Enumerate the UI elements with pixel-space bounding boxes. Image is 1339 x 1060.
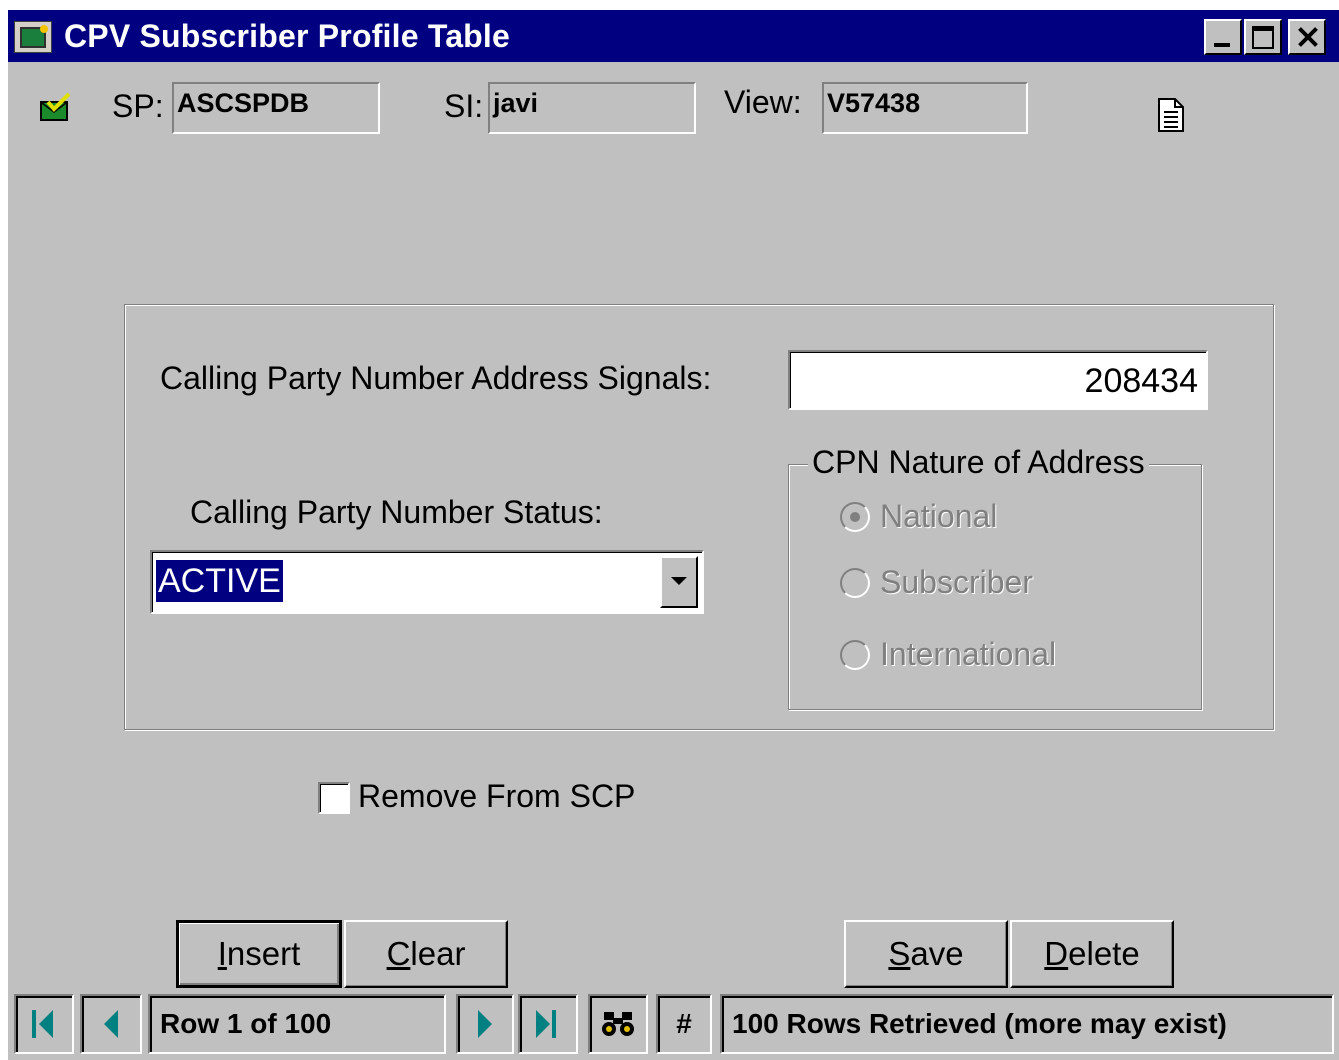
maximize-button[interactable]: [1244, 19, 1282, 55]
close-button[interactable]: [1288, 19, 1326, 55]
row-number-button[interactable]: #: [656, 994, 712, 1054]
remove-from-scp-label: Remove From SCP: [358, 778, 636, 814]
nature-of-address-legend: CPN Nature of Address: [808, 444, 1149, 481]
minimize-button[interactable]: [1204, 19, 1242, 55]
title-bar: CPV Subscriber Profile Table: [8, 10, 1339, 62]
address-signals-value: 208434: [1084, 362, 1198, 400]
si-field: javi: [488, 82, 696, 134]
clear-label-rest: lear: [410, 935, 466, 972]
chevron-down-icon[interactable]: [660, 556, 698, 608]
save-mnemonic: S: [888, 935, 911, 972]
app-window: CPV Subscriber Profile Table SP: ASCSPDB…: [8, 10, 1339, 1060]
next-record-icon: [478, 1010, 492, 1038]
delete-label-rest: elete: [1068, 935, 1140, 972]
status-message: 100 Rows Retrieved (more may exist): [720, 994, 1334, 1054]
previous-record-button[interactable]: [80, 994, 142, 1054]
radio-subscriber-label: Subscriber: [880, 564, 1033, 600]
si-label: SI:: [444, 88, 484, 124]
clear-mnemonic: C: [386, 935, 411, 972]
radio-button[interactable]: [840, 640, 870, 670]
row-indicator: Row 1 of 100: [148, 994, 446, 1054]
check-envelope-icon: [40, 92, 71, 121]
sp-label: SP:: [112, 88, 164, 124]
app-icon[interactable]: [14, 21, 52, 53]
first-record-icon: [32, 1010, 56, 1038]
status-dropdown[interactable]: ACTIVE: [150, 550, 704, 614]
binoculars-icon: [602, 1012, 634, 1036]
first-record-button[interactable]: [14, 994, 74, 1054]
remove-from-scp-checkbox[interactable]: [318, 782, 350, 814]
navigation-bar: Row 1 of 100 # 100 Rows Retrieved (more …: [8, 992, 1339, 1060]
save-label-rest: ave: [910, 935, 964, 972]
address-signals-label: Calling Party Number Address Signals:: [160, 360, 712, 396]
delete-mnemonic: D: [1044, 935, 1069, 972]
radio-international-label: International: [880, 636, 1057, 672]
radio-national-label: National: [880, 498, 998, 534]
radio-button-checked[interactable]: [840, 502, 870, 532]
delete-button[interactable]: Delete: [1010, 920, 1174, 988]
insert-mnemonic: I: [217, 935, 227, 972]
view-field: V57438: [822, 82, 1028, 134]
window-title: CPV Subscriber Profile Table: [64, 18, 511, 54]
status-selected-value: ACTIVE: [156, 560, 283, 602]
radio-button[interactable]: [840, 568, 870, 598]
last-record-icon: [536, 1010, 560, 1038]
last-record-button[interactable]: [518, 994, 578, 1054]
status-label: Calling Party Number Status:: [190, 494, 603, 530]
previous-record-icon: [104, 1010, 118, 1038]
insert-label-rest: nsert: [226, 935, 301, 972]
address-signals-input[interactable]: 208434: [788, 350, 1208, 410]
save-button[interactable]: Save: [844, 920, 1008, 988]
clear-button[interactable]: Clear: [344, 920, 508, 988]
insert-button[interactable]: Insert: [176, 920, 342, 988]
next-record-button[interactable]: [456, 994, 514, 1054]
document-icon[interactable]: [1156, 96, 1186, 134]
find-button[interactable]: [588, 994, 648, 1054]
view-label: View:: [724, 84, 802, 120]
sp-field: ASCSPDB: [172, 82, 380, 134]
